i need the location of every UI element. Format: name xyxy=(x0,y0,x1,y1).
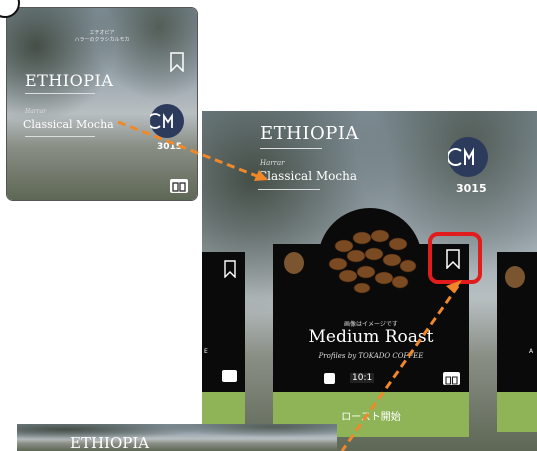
coffee-beans-image xyxy=(328,229,417,294)
card-number: 3015 xyxy=(157,142,183,152)
bottom-coffee-card[interactable]: ETHIOPIA xyxy=(17,424,337,451)
start-roast-label: ロースト開始 xyxy=(341,412,401,423)
book-icon[interactable] xyxy=(443,372,460,385)
coffee-bean-icon xyxy=(505,266,525,288)
divider xyxy=(25,93,95,94)
divider xyxy=(25,136,95,137)
coffee-bean-icon xyxy=(284,252,304,274)
app-screen: ETHIOPIA Harrar Classical Mocha 3015 E A xyxy=(202,111,537,451)
side-text: A xyxy=(529,348,534,355)
card-country: ETHIOPIA xyxy=(25,71,114,90)
timer-value: 10:1 xyxy=(350,373,375,383)
timer-icon xyxy=(324,373,335,384)
bookmark-icon[interactable] xyxy=(224,260,236,278)
divider xyxy=(260,148,322,149)
profile-credit: Profiles by TOKADO COFFEE xyxy=(318,352,424,360)
right-start-button[interactable] xyxy=(497,392,537,432)
bookmark-icon[interactable] xyxy=(170,52,184,72)
book-icon[interactable] xyxy=(170,179,188,193)
side-text: E xyxy=(204,348,208,355)
highlight-box xyxy=(428,232,482,284)
cm-logo-icon xyxy=(446,137,488,177)
screen-country: ETHIOPIA xyxy=(260,123,359,144)
card-origin: Harrar xyxy=(25,108,46,115)
roast-level: Medium Roast xyxy=(308,327,434,347)
roast-timer: 10:1 xyxy=(324,373,404,386)
screen-number: 3015 xyxy=(456,182,487,195)
right-roast-card[interactable]: A xyxy=(497,252,537,392)
screen-coffee-name: Classical Mocha xyxy=(258,169,357,183)
left-roast-card[interactable]: E xyxy=(202,252,245,392)
card-subtitle: エチオピア ハラーのクラシカルモカ xyxy=(74,30,130,43)
small-coffee-card[interactable]: エチオピア ハラーのクラシカルモカ ETHIOPIA Harrar Classi… xyxy=(7,8,197,200)
cm-logo-icon xyxy=(147,104,184,138)
divider xyxy=(258,189,320,190)
screen-origin: Harrar xyxy=(260,159,285,167)
book-icon[interactable] xyxy=(222,370,237,382)
card-coffee-name: Classical Mocha xyxy=(23,118,114,131)
card-country: ETHIOPIA xyxy=(70,434,150,451)
